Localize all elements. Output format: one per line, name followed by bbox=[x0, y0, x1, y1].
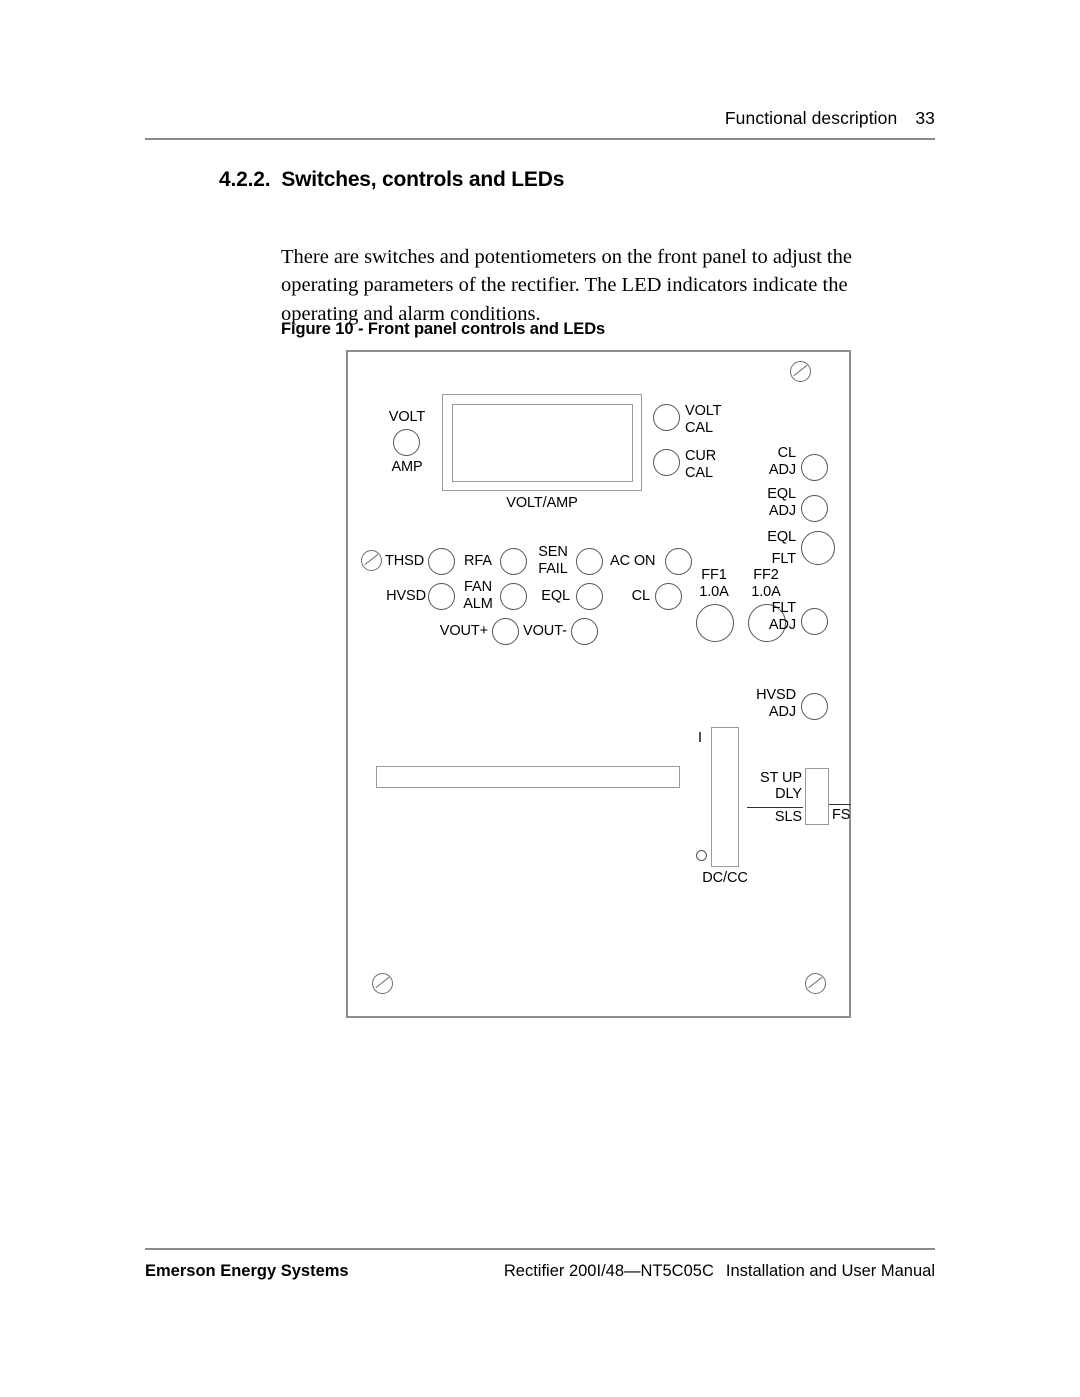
screw-icon-top-right bbox=[790, 361, 811, 382]
cl-led[interactable] bbox=[655, 583, 682, 610]
section-title: Switches, controls and LEDs bbox=[281, 168, 565, 191]
screw-icon-bottom-right bbox=[805, 973, 826, 994]
header-chapter: Functional description bbox=[724, 108, 898, 128]
startup-switch-divider-right bbox=[829, 804, 851, 806]
cur-cal-trimmer[interactable] bbox=[653, 449, 680, 476]
section-number: 4.2.2. bbox=[219, 168, 271, 191]
header-page-number: 33 bbox=[915, 108, 935, 128]
fan-alm-label: FAN ALM bbox=[463, 579, 493, 612]
flt-adj-label: FLT ADJ bbox=[768, 600, 796, 633]
screw-icon-left-thsd bbox=[361, 550, 382, 571]
rfa-label: RFA bbox=[464, 553, 492, 569]
footer-manual: Installation and User Manual bbox=[725, 1262, 935, 1280]
dc-cc-switch[interactable] bbox=[711, 727, 739, 867]
figure-caption: Figure 10 - Front panel controls and LED… bbox=[281, 320, 606, 338]
thsd-label: THSD bbox=[385, 553, 425, 569]
startup-dly-switch[interactable] bbox=[805, 768, 829, 825]
eql-led[interactable] bbox=[576, 583, 603, 610]
amp-button-label: AMP bbox=[391, 459, 423, 475]
dc-cc-bottom-label: DC/CC bbox=[702, 870, 748, 886]
ff2-rating: 1.0A bbox=[751, 584, 781, 600]
intro-paragraph: There are switches and potentiometers on… bbox=[281, 245, 852, 325]
vout-plus-label: VOUT+ bbox=[439, 623, 488, 639]
eql-flt-led[interactable] bbox=[801, 531, 835, 565]
volt-amp-button[interactable] bbox=[393, 429, 420, 456]
ac-on-label: AC ON bbox=[610, 553, 656, 569]
ff1-fuse[interactable] bbox=[696, 604, 734, 642]
eql-flt-label-line1: EQL bbox=[767, 529, 796, 545]
dc-cc-top-label: I bbox=[698, 730, 702, 746]
footer-product-info: Rectifier 200I/48—NT5C05C Installation an… bbox=[504, 1262, 935, 1281]
page-title: 4.2.2. Switches, controls and LEDs bbox=[219, 168, 564, 192]
footer-company: Emerson Energy Systems bbox=[145, 1262, 349, 1280]
footer-product: Rectifier 200I/48—NT5C05C bbox=[503, 1262, 714, 1280]
volt-amp-meter-frame bbox=[442, 394, 642, 491]
cur-cal-label: CUR CAL bbox=[685, 448, 717, 481]
front-panel-diagram: VOLT AMP VOLT/AMP VOLT CAL CUR CAL CL AD… bbox=[346, 350, 851, 1018]
volt-cal-label: VOLT CAL bbox=[685, 403, 722, 436]
startup-sls-label: SLS bbox=[774, 809, 802, 825]
ff2-name: FF2 bbox=[753, 567, 779, 583]
header-text: Functional description 33 bbox=[725, 108, 935, 129]
vout-minus-led[interactable] bbox=[571, 618, 598, 645]
eql-flt-label-line2: FLT bbox=[771, 551, 797, 567]
eql-led-label: EQL bbox=[541, 588, 570, 604]
eql-adj-trimmer[interactable] bbox=[801, 495, 828, 522]
ff1-rating: 1.0A bbox=[699, 584, 729, 600]
volt-button-label: VOLT bbox=[388, 409, 426, 425]
hvsd-adj-trimmer[interactable] bbox=[801, 693, 828, 720]
product-label-bar bbox=[376, 766, 680, 788]
volt-amp-meter-screen bbox=[452, 404, 633, 482]
vout-plus-led[interactable] bbox=[492, 618, 519, 645]
volt-amp-meter-label: VOLT/AMP bbox=[506, 495, 578, 511]
cl-adj-label: CL ADJ bbox=[768, 445, 796, 478]
hvsd-led[interactable] bbox=[428, 583, 455, 610]
header-rule bbox=[145, 138, 935, 140]
sen-fail-label: SEN FAIL bbox=[538, 544, 568, 577]
hvsd-adj-label: HVSD ADJ bbox=[756, 687, 796, 720]
fan-alm-led[interactable] bbox=[500, 583, 527, 610]
page-footer: Emerson Energy Systems Rectifier 200I/48… bbox=[145, 1248, 935, 1288]
sen-fail-led[interactable] bbox=[576, 548, 603, 575]
ff1-name: FF1 bbox=[701, 567, 727, 583]
screw-icon-bottom-left bbox=[372, 973, 393, 994]
eql-adj-label: EQL ADJ bbox=[767, 486, 796, 519]
page-header: Functional description 33 bbox=[145, 108, 935, 142]
cl-led-label: CL bbox=[631, 588, 650, 604]
flt-adj-trimmer[interactable] bbox=[801, 608, 828, 635]
startup-fs-label: FS bbox=[832, 807, 851, 823]
vout-minus-label: VOUT- bbox=[523, 623, 567, 639]
footer-rule bbox=[145, 1248, 935, 1250]
startup-dly-label-line2: DLY bbox=[775, 786, 802, 802]
volt-cal-trimmer[interactable] bbox=[653, 404, 680, 431]
startup-dly-label-line1: ST UP bbox=[760, 770, 802, 786]
dc-cc-indicator-dot bbox=[696, 850, 707, 861]
ac-on-led[interactable] bbox=[665, 548, 692, 575]
hvsd-label: HVSD bbox=[386, 588, 426, 604]
cl-adj-trimmer[interactable] bbox=[801, 454, 828, 481]
thsd-led[interactable] bbox=[428, 548, 455, 575]
rfa-led[interactable] bbox=[500, 548, 527, 575]
